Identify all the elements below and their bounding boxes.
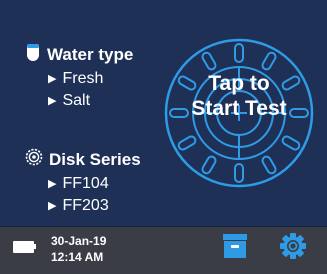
water-type-option-salt[interactable]: ▶ Salt: [48, 92, 90, 110]
option-label: Fresh: [62, 70, 104, 87]
start-test-label: Tap to Start Test: [164, 71, 314, 121]
date-time: 30-Jan-19 12:14 AM: [51, 233, 106, 265]
disk-icon: [25, 148, 43, 171]
archive-button[interactable]: [222, 233, 248, 259]
status-bar: 30-Jan-19 12:14 AM: [0, 226, 327, 274]
start-test-line-1: Tap to: [208, 72, 270, 95]
water-type-title: Water type: [47, 45, 134, 64]
main-panel: Water type ▶ Fresh ▶ Salt Disk Series ▶ …: [0, 0, 327, 226]
water-type-option-fresh[interactable]: ▶ Fresh: [48, 70, 103, 88]
time-text: 12:14 AM: [51, 250, 104, 264]
archive-icon: [223, 234, 247, 258]
date-text: 30-Jan-19: [51, 234, 107, 248]
disk-series-option-ff203[interactable]: ▶ FF203: [48, 197, 109, 215]
settings-button[interactable]: [279, 232, 307, 260]
triangle-right-icon: ▶: [48, 73, 57, 85]
disk-series-option-ff104[interactable]: ▶ FF104: [48, 175, 109, 193]
device-screen: Water type ▶ Fresh ▶ Salt Disk Series ▶ …: [0, 0, 327, 274]
disk-series-heading: Disk Series: [25, 148, 141, 171]
water-drop-icon: [25, 43, 41, 67]
start-test-line-2: Start Test: [191, 97, 287, 120]
battery-tip: [34, 244, 36, 249]
gear-icon: [280, 233, 306, 259]
battery-icon: [13, 241, 34, 253]
triangle-right-icon: ▶: [48, 200, 57, 212]
option-label: FF203: [62, 197, 109, 214]
triangle-right-icon: ▶: [48, 178, 57, 190]
option-label: Salt: [62, 92, 91, 109]
disk-series-title: Disk Series: [49, 149, 141, 169]
triangle-right-icon: ▶: [48, 95, 57, 107]
option-label: FF104: [62, 175, 109, 192]
water-type-heading: Water type: [25, 43, 133, 67]
start-test-button[interactable]: Tap to Start Test: [164, 38, 314, 188]
